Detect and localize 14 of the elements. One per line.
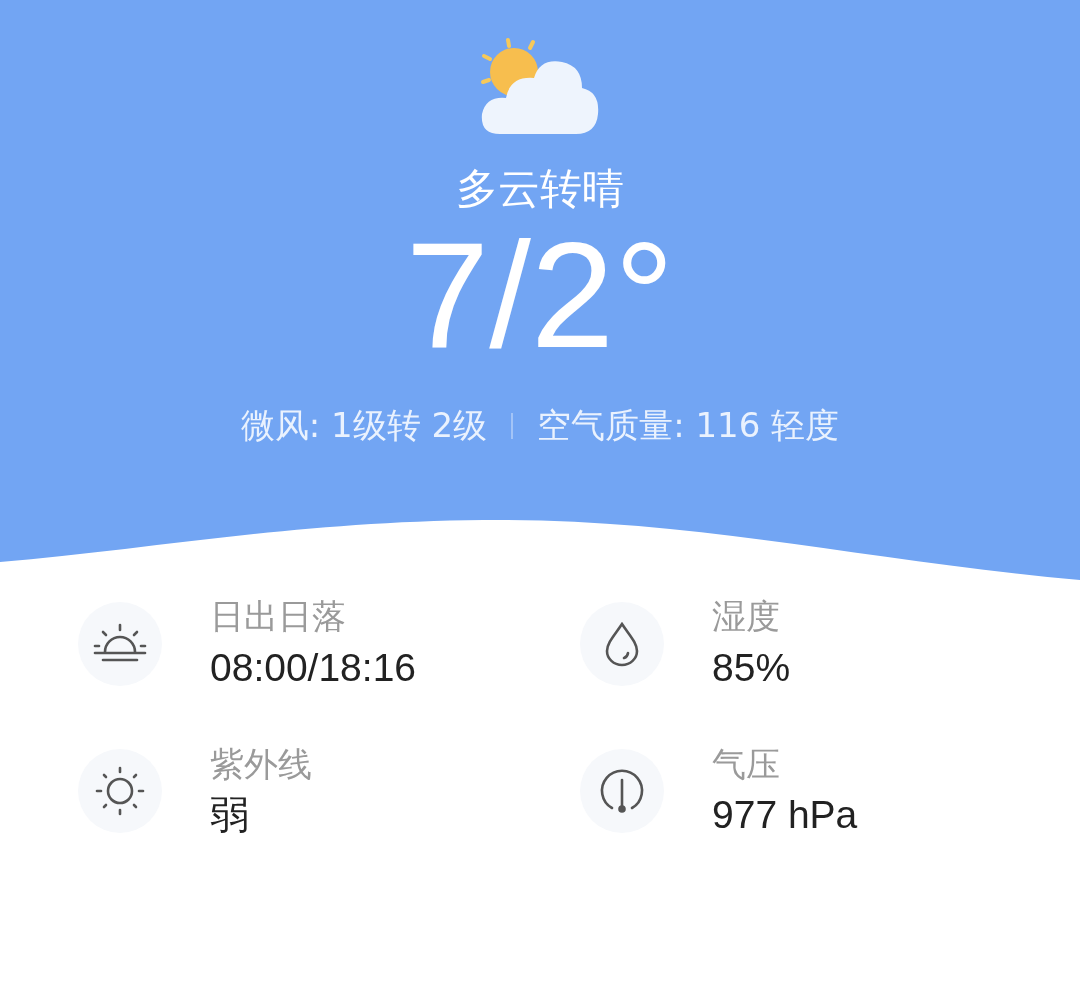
temperature-range: 7/2° bbox=[405, 220, 675, 370]
detail-value: 弱 bbox=[210, 792, 250, 840]
air-quality: 空气质量: 116 轻度 bbox=[537, 404, 840, 447]
detail-value: 977 hPa bbox=[712, 792, 858, 839]
weather-condition: 多云转晴 bbox=[456, 168, 624, 210]
detail-value: 85% bbox=[712, 644, 791, 691]
detail-label: 日出日落 bbox=[210, 596, 347, 637]
detail-label: 气压 bbox=[712, 743, 781, 785]
water-drop-icon bbox=[604, 620, 640, 667]
detail-label: 湿度 bbox=[712, 596, 781, 637]
wind-level: 微风: 1级转 2级 bbox=[240, 404, 488, 447]
sun-icon bbox=[94, 765, 146, 818]
detail-value: 08:00/18:16 bbox=[210, 644, 417, 691]
detail-label: 紫外线 bbox=[210, 743, 312, 785]
